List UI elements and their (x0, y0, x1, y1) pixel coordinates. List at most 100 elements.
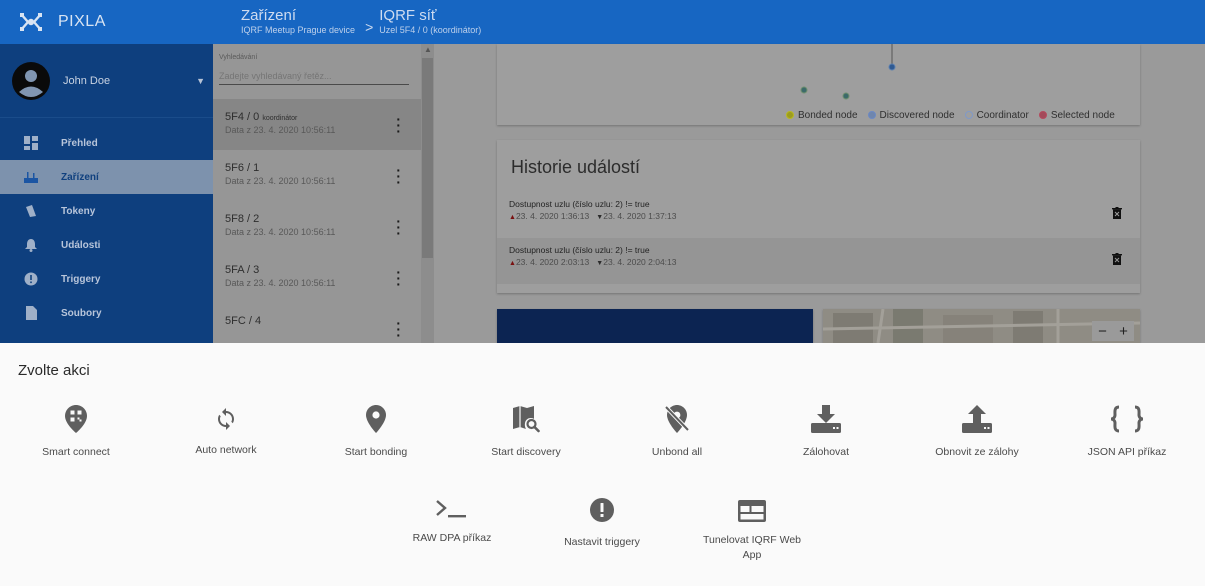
download-icon (811, 405, 841, 433)
device-date: Data z 23. 4. 2020 10:56:11 (225, 227, 336, 237)
pin-off-icon (664, 405, 690, 433)
sidebar-item-udalosti[interactable]: Události (0, 228, 213, 262)
video-card (497, 309, 813, 343)
sidebar-item-zarizeni[interactable]: Zařízení (0, 160, 213, 194)
sidebar-item-label: Události (61, 239, 101, 251)
action-start-bonding[interactable]: Start bonding (301, 405, 451, 460)
map-search-icon (513, 406, 540, 433)
bell-icon (25, 239, 37, 252)
sidebar: John Doe ▼ Přehled Zařízení Tokeny Událo… (0, 44, 213, 344)
action-raw-dpa[interactable]: RAW DPA příkaz (377, 497, 527, 546)
action-bottom-sheet: Zvolte akci Smart connect Auto network S… (0, 343, 1205, 586)
app-name: PIXLA (58, 13, 106, 30)
action-label: Zálohovat (802, 446, 850, 458)
action-label: JSON API příkaz (1087, 446, 1167, 458)
device-id: 5F4 / 0 (225, 111, 260, 123)
sidebar-item-label: Soubory (61, 307, 102, 319)
legend-bonded: Bonded node (786, 110, 858, 121)
map-card[interactable]: − + (823, 309, 1140, 343)
device-date: Data z 23. 4. 2020 10:56:11 (225, 278, 336, 288)
breadcrumb-section[interactable]: Zařízení IQRF Meetup Prague device (213, 8, 355, 36)
sidebar-item-label: Triggery (61, 273, 101, 285)
sheet-title: Zvolte akci (18, 362, 90, 379)
device-list-panel: Vyhledávání 5F4 / 0 koordinátor Data z 2… (213, 44, 421, 344)
device-id: 5F8 / 2 (225, 213, 260, 225)
json-braces-icon (1110, 405, 1144, 433)
arrow-up-icon: ▲ (509, 260, 516, 267)
sidebar-item-label: Přehled (61, 137, 98, 149)
device-item[interactable]: 5F4 / 0 koordinátor Data z 23. 4. 2020 1… (213, 99, 421, 150)
app-logo[interactable]: PIXLA (0, 0, 213, 44)
device-id: 5FC / 4 (225, 315, 262, 327)
event-row[interactable]: Dostupnost uzlu (číslo uzlu: 2) != true … (497, 192, 1140, 238)
event-text: Dostupnost uzlu (číslo uzlu: 2) != true (509, 245, 650, 255)
pixla-logo-icon (20, 13, 42, 31)
more-vert-icon[interactable]: · · · (396, 112, 401, 138)
event-end: 23. 4. 2020 2:04:13 (603, 257, 677, 267)
more-vert-icon[interactable]: · · · (396, 265, 401, 291)
router-icon (24, 172, 38, 183)
device-date: Data z 23. 4. 2020 10:56:11 (225, 176, 336, 186)
action-tunnel-webapp[interactable]: Tunelovat IQRF Web App (677, 499, 827, 563)
action-label: Tunelovat IQRF Web App (702, 534, 802, 561)
action-label: Auto network (195, 444, 257, 456)
user-menu[interactable]: John Doe ▼ (0, 44, 213, 118)
device-id: 5FA / 3 (225, 264, 260, 276)
event-history-title: Historie událostí (511, 157, 641, 177)
search-input[interactable] (219, 67, 409, 85)
legend-coordinator: Coordinator (964, 110, 1029, 121)
legend-discovered: Discovered node (867, 110, 955, 121)
graph-node (800, 86, 808, 94)
delete-icon[interactable] (1112, 207, 1122, 219)
more-vert-icon[interactable]: · · · (396, 316, 401, 342)
action-label: RAW DPA příkaz (412, 532, 492, 544)
sidebar-item-label: Zařízení (61, 171, 99, 183)
legend-dot (786, 111, 794, 119)
action-restore-backup[interactable]: Obnovit ze zálohy (902, 405, 1052, 460)
device-list-scrollbar[interactable]: ▲ (421, 44, 434, 344)
sidebar-nav: Přehled Zařízení Tokeny Události Trigger… (0, 126, 213, 330)
pin-icon (366, 405, 386, 433)
page-subtitle: Uzel 5F4 / 0 (koordinátor) (379, 25, 482, 35)
alert-icon (24, 272, 38, 286)
zoom-out-button[interactable]: − (1098, 323, 1107, 340)
action-label: Smart connect (42, 446, 110, 458)
action-smart-connect[interactable]: Smart connect (1, 405, 151, 460)
device-item[interactable]: 5F8 / 2 Data z 23. 4. 2020 10:56:11 · · · (213, 201, 421, 252)
action-set-triggers[interactable]: Nastavit triggery (527, 497, 677, 550)
action-label: Unbond all (651, 446, 703, 458)
action-label: Start discovery (491, 446, 561, 458)
action-backup[interactable]: Zálohovat (751, 405, 901, 460)
terminal-icon (436, 500, 466, 518)
sidebar-item-soubory[interactable]: Soubory (0, 296, 213, 330)
breadcrumb-section-subtitle: IQRF Meetup Prague device (241, 25, 356, 35)
delete-icon[interactable] (1112, 253, 1122, 265)
device-tag: koordinátor (262, 115, 298, 122)
scrollbar-thumb[interactable] (422, 58, 433, 258)
device-item[interactable]: 5FA / 3 Data z 23. 4. 2020 10:56:11 · · · (213, 252, 421, 303)
action-start-discovery[interactable]: Start discovery (451, 405, 601, 460)
qr-pin-icon (65, 405, 87, 433)
sidebar-item-triggery[interactable]: Triggery (0, 262, 213, 296)
graph-node-coordinator (888, 63, 896, 71)
action-unbond-all[interactable]: Unbond all (602, 405, 752, 460)
more-vert-icon[interactable]: · · · (396, 214, 401, 240)
sidebar-item-tokeny[interactable]: Tokeny (0, 194, 213, 228)
action-json-api[interactable]: JSON API příkaz (1052, 405, 1202, 460)
scroll-up-icon[interactable]: ▲ (424, 45, 432, 54)
sidebar-item-label: Tokeny (61, 205, 96, 217)
chevron-down-icon[interactable]: ▼ (196, 76, 205, 86)
sync-icon (218, 408, 234, 430)
legend-dot (1038, 111, 1047, 119)
event-row[interactable]: Dostupnost uzlu (číslo uzlu: 2) != true … (497, 238, 1140, 284)
device-item[interactable]: 5F6 / 1 Data z 23. 4. 2020 10:56:11 · · · (213, 150, 421, 201)
event-start: 23. 4. 2020 1:36:13 (515, 211, 590, 221)
avatar (12, 61, 50, 100)
action-label: Nastavit triggery (564, 536, 640, 548)
sidebar-item-prehled[interactable]: Přehled (0, 126, 213, 160)
user-name: John Doe (63, 74, 111, 87)
more-vert-icon[interactable]: · · · (396, 163, 401, 189)
zoom-in-button[interactable]: + (1119, 323, 1128, 340)
event-text: Dostupnost uzlu (číslo uzlu: 2) != true (509, 199, 650, 209)
action-auto-network[interactable]: Auto network (151, 407, 301, 458)
